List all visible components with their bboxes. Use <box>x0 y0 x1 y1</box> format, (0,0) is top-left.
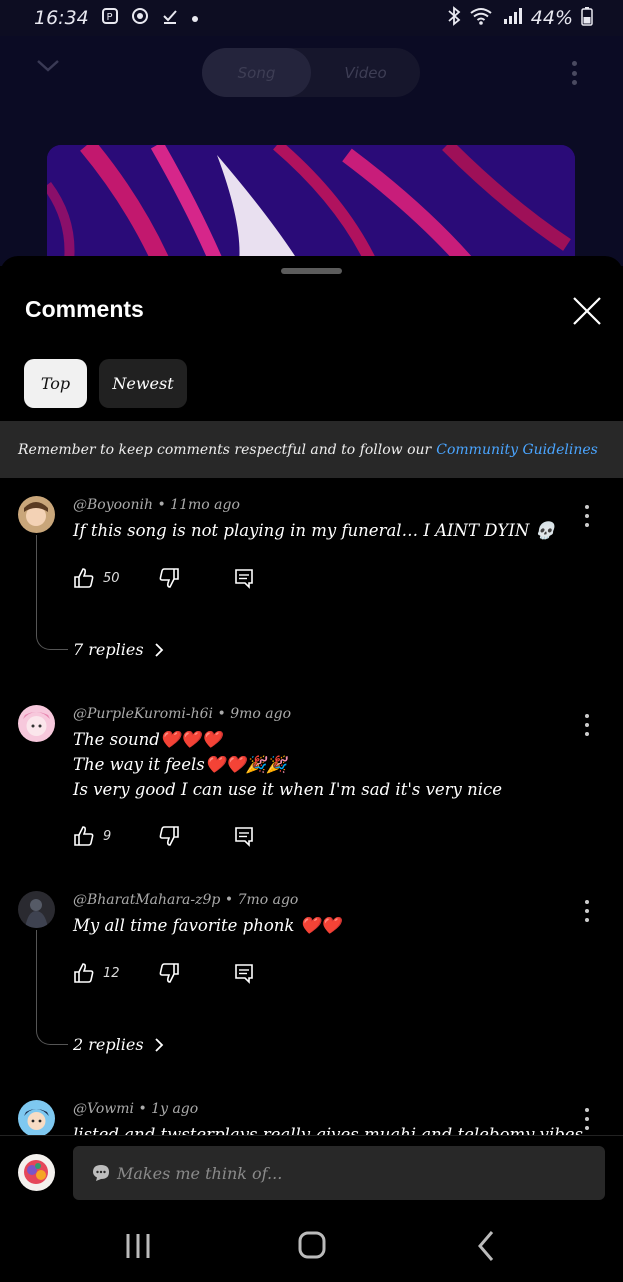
comment-age: 9mo ago <box>230 706 292 722</box>
thumbs-down-icon <box>159 568 179 588</box>
thumbs-up-icon <box>74 963 94 983</box>
filter-top[interactable]: Top <box>24 359 87 408</box>
chevron-right-icon <box>154 642 163 657</box>
comment-more-icon[interactable] <box>580 1108 594 1130</box>
tab-song[interactable]: Song <box>202 48 311 97</box>
filter-newest[interactable]: Newest <box>99 359 187 408</box>
comment-text: My all time favorite phonk ❤️❤️ <box>73 916 341 935</box>
tab-video[interactable]: Video <box>311 48 420 97</box>
reply-button[interactable] <box>233 565 255 591</box>
comment-text: If this song is not playing in my funera… <box>73 521 556 540</box>
comment-reply-icon <box>235 827 253 847</box>
like-button[interactable]: 50 <box>73 565 120 591</box>
wifi-icon <box>469 6 495 30</box>
thread-line <box>36 535 68 650</box>
replies-count: 7 replies <box>73 640 144 659</box>
comment-actions: 9 <box>73 823 273 849</box>
thumbs-down-icon <box>159 826 179 846</box>
avatar[interactable] <box>18 705 55 742</box>
comment-author[interactable]: @Vowmi <box>73 1101 134 1117</box>
thumbs-down-icon <box>159 963 179 983</box>
reply-button[interactable] <box>233 823 255 849</box>
comment-more-icon[interactable] <box>580 900 594 922</box>
notice-text: Remember to keep comments respectful and… <box>18 441 432 458</box>
community-guidelines-link[interactable]: Community Guidelines <box>436 442 598 458</box>
circle-record-icon <box>131 7 149 29</box>
comment-text-line: The sound❤️❤️❤️ <box>73 730 222 749</box>
notification-p-icon: P <box>101 7 119 29</box>
download-check-icon <box>161 7 179 29</box>
signal-icon <box>503 7 523 29</box>
comment-reply-icon <box>235 569 253 589</box>
like-button[interactable]: 9 <box>73 823 111 849</box>
dot-icon <box>191 9 199 27</box>
thumbs-up-icon <box>74 568 94 588</box>
view-replies-button[interactable]: 2 replies <box>73 1035 164 1054</box>
comment-meta: @Vowmi • 1y ago <box>73 1101 199 1117</box>
back-icon[interactable] <box>466 1228 506 1264</box>
avatar[interactable] <box>18 891 55 928</box>
status-time: 16:34 <box>34 7 89 29</box>
comment-age: 7mo ago <box>237 892 299 908</box>
comment-meta: @BharatMahara-z9p • 7mo ago <box>73 892 299 908</box>
comment-text-line: Is very good I can use it when I'm sad i… <box>73 780 503 799</box>
like-count: 9 <box>103 828 112 844</box>
guidelines-notice: Remember to keep comments respectful and… <box>0 421 623 478</box>
comment-reply-icon <box>235 964 253 984</box>
thumbs-up-icon <box>74 826 94 846</box>
dislike-button[interactable] <box>158 960 180 986</box>
player-more-icon[interactable] <box>566 58 582 88</box>
comments-title: Comments <box>25 296 144 322</box>
thread-line <box>36 930 68 1045</box>
chevron-right-icon <box>154 1037 163 1052</box>
chevron-down-icon[interactable] <box>36 58 60 78</box>
comment-author[interactable]: @BharatMahara-z9p <box>73 892 220 908</box>
comment-actions: 50 <box>73 565 273 591</box>
like-count: 12 <box>103 965 120 981</box>
avatar[interactable] <box>18 496 55 533</box>
comment-age: 11mo ago <box>170 497 240 513</box>
comment-age: 1y ago <box>151 1101 199 1117</box>
song-video-toggle: Song Video <box>202 48 420 97</box>
battery-percent: 44% <box>530 7 573 29</box>
comment-author[interactable]: @PurpleKuromi-h6i <box>73 706 213 722</box>
comment-meta: @Boyoonih • 11mo ago <box>73 497 240 513</box>
comment-more-icon[interactable] <box>580 714 594 736</box>
like-button[interactable]: 12 <box>73 960 120 986</box>
battery-icon <box>581 6 593 30</box>
replies-count: 2 replies <box>73 1035 144 1054</box>
avatar[interactable] <box>18 1100 55 1137</box>
drag-handle[interactable] <box>281 268 342 274</box>
comment-input[interactable]: Makes me think of... <box>73 1146 605 1200</box>
recent-apps-icon[interactable] <box>118 1228 158 1264</box>
home-icon[interactable] <box>292 1228 332 1264</box>
dislike-button[interactable] <box>158 823 180 849</box>
my-avatar[interactable] <box>18 1154 55 1191</box>
status-bar: 16:34 P 44% <box>0 0 623 36</box>
comment-more-icon[interactable] <box>580 505 594 527</box>
reply-button[interactable] <box>233 960 255 986</box>
like-count: 50 <box>103 570 120 586</box>
comment-author[interactable]: @Boyoonih <box>73 497 153 513</box>
comment-actions: 12 <box>73 960 273 986</box>
comment-meta: @PurpleKuromi-h6i • 9mo ago <box>73 706 292 722</box>
bluetooth-icon <box>447 6 461 30</box>
close-icon[interactable] <box>568 292 606 330</box>
dislike-button[interactable] <box>158 565 180 591</box>
comment-input-placeholder: Makes me think of... <box>117 1163 283 1183</box>
svg-text:P: P <box>106 12 112 23</box>
comment-text-line: The way it feels❤️❤️🎉🎉 <box>73 755 287 774</box>
chat-bubble-icon <box>93 1165 109 1181</box>
view-replies-button[interactable]: 7 replies <box>73 640 164 659</box>
